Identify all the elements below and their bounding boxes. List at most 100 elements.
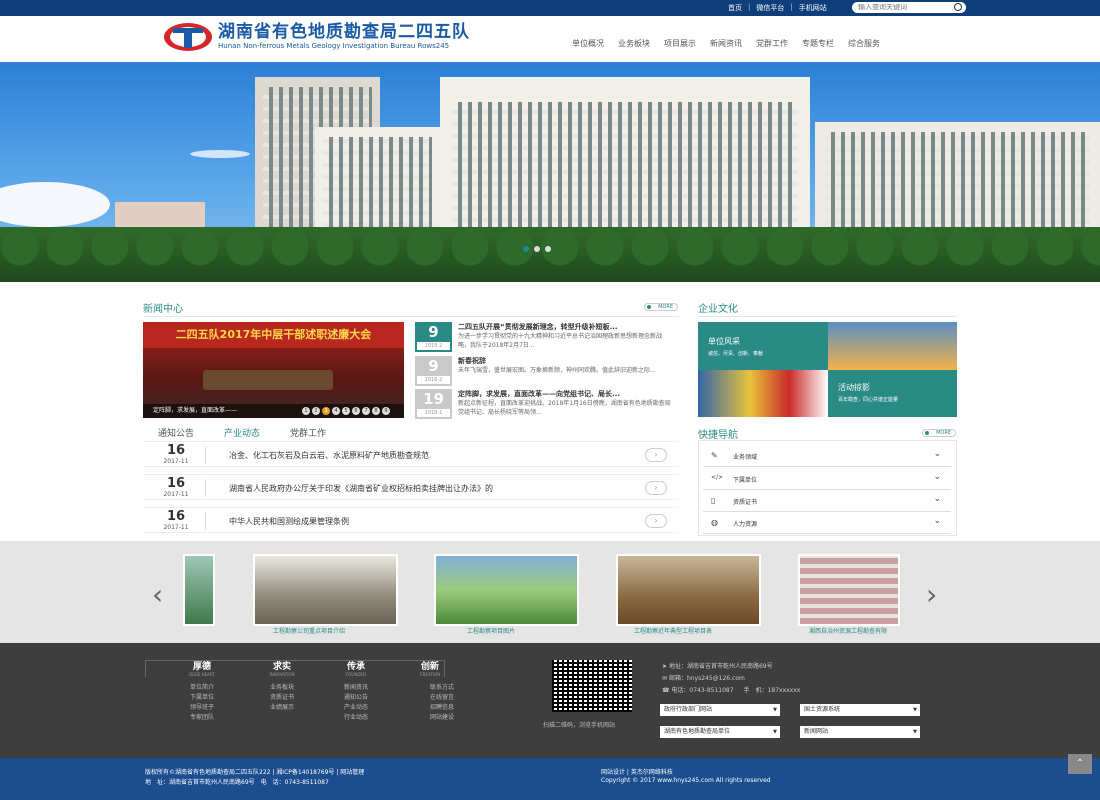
notice-row[interactable]: 16 2017-11 中华人民共和国测绘成果管理条例 ›: [143, 507, 679, 533]
notice-title[interactable]: 冶金、化工石灰岩及白云岩、水泥原料矿产地质勘查规范: [229, 450, 429, 461]
news-item[interactable]: 9 2018-2 二四五队开展“贯彻发展新理念，转型升级补短板... 为进一步学习…: [415, 322, 677, 352]
notice-date: 16 2017-11: [163, 509, 189, 532]
quicknav-label: 资质证书: [733, 499, 758, 506]
bottom-address: 地 址：湖南省吉首市乾州人民南路69号 电 话：0743-8511087: [145, 779, 329, 786]
search-icon[interactable]: [954, 3, 962, 11]
carousel-prev-button[interactable]: ‹: [152, 581, 163, 609]
pager-dot[interactable]: 9: [382, 407, 390, 415]
quicknav-more-button[interactable]: MORE: [922, 429, 956, 437]
footer-link[interactable]: 下属单位: [172, 693, 232, 703]
hero-dot[interactable]: [534, 246, 540, 252]
building: [815, 122, 1100, 242]
qr-caption: 扫描二维码，浏览手机网站: [543, 722, 616, 729]
back-to-top-button[interactable]: ⌃: [1068, 754, 1092, 774]
footer-link[interactable]: 单位简介: [172, 683, 232, 693]
gov-links-select[interactable]: 政府行政部门网站: [660, 704, 780, 716]
nav-item[interactable]: 专题专栏: [795, 38, 841, 49]
culture-card-activity[interactable]: 活动掠影 百年勘查，同心共谱正能量: [828, 370, 957, 417]
wechat-link[interactable]: 微信平台: [756, 3, 784, 13]
land-links-select[interactable]: 国土资源系统: [800, 704, 920, 716]
designer-link[interactable]: 英杰尔网络科技: [631, 769, 673, 776]
home-link[interactable]: 首页: [728, 3, 742, 13]
carousel-item[interactable]: [798, 554, 900, 626]
pager-dot[interactable]: 2: [312, 407, 320, 415]
nav-item[interactable]: 新闻资讯: [703, 38, 749, 49]
carousel-caption[interactable]: 工程勘察近年典型工程项目表: [593, 626, 753, 635]
hero-dot[interactable]: [523, 246, 529, 252]
carousel-item[interactable]: [434, 554, 579, 626]
footer-link[interactable]: 领导班子: [172, 703, 232, 713]
tab-notices[interactable]: 通知公告: [158, 426, 194, 439]
logo-icon: [164, 23, 212, 51]
footer-link[interactable]: 业绩展示: [252, 703, 312, 713]
footer-link[interactable]: 资质证书: [252, 693, 312, 703]
carousel-item[interactable]: [253, 554, 398, 626]
hero-dot[interactable]: [545, 246, 551, 252]
nav-item[interactable]: 项目展示: [657, 38, 703, 49]
footer-link[interactable]: 在线留言: [424, 693, 460, 703]
carousel-item[interactable]: [616, 554, 761, 626]
tab-party[interactable]: 党群工作: [290, 426, 326, 439]
quicknav-item[interactable]: ◍ 人力资源 ⌄: [703, 512, 951, 534]
news-slideshow[interactable]: 二四五队2017年中层干部述职述廉大会 定阵脚，求发展，直面改革—— 1 2 3…: [143, 322, 404, 418]
footer-link[interactable]: 招聘信息: [424, 703, 460, 713]
notice-title[interactable]: 中华人民共和国测绘成果管理条例: [229, 516, 349, 527]
nav-item[interactable]: 综合服务: [841, 38, 887, 49]
mobile-site-link[interactable]: 手机网站: [799, 3, 827, 13]
news-item-title[interactable]: 新春祝辞: [458, 356, 673, 366]
footer-link[interactable]: 产业动态: [326, 703, 386, 713]
pager-dot[interactable]: 5: [342, 407, 350, 415]
footer-link[interactable]: 通知公告: [326, 693, 386, 703]
search-input[interactable]: [858, 4, 948, 11]
quicknav-item[interactable]: </> 下属单位 ⌄: [703, 468, 951, 490]
news-item-title[interactable]: 二四五队开展“贯彻发展新理念，转型升级补短板...: [458, 322, 673, 332]
news-more-button[interactable]: MORE: [644, 303, 678, 311]
arrow-right-icon[interactable]: ›: [645, 514, 667, 528]
carousel-caption[interactable]: 湘西自治州资源工程勘查有限: [768, 626, 928, 635]
divider: [143, 316, 679, 317]
footer-link[interactable]: 联系方式: [424, 683, 460, 693]
footer-link[interactable]: 专家团队: [172, 713, 232, 723]
nav-item[interactable]: 单位概况: [565, 38, 611, 49]
news-item-title[interactable]: 定阵脚，求发展，直面改革——向党组书记、局长...: [458, 389, 673, 399]
footer-link[interactable]: 新闻资讯: [326, 683, 386, 693]
news-links-select[interactable]: 新闻网站: [800, 726, 920, 738]
pager-dot[interactable]: 8: [372, 407, 380, 415]
culture-card-style[interactable]: 单位风采 诚信、尽责、创新、奉献: [698, 322, 828, 370]
notice-title[interactable]: 湖南省人民政府办公厅关于印发《湖南省矿业权招标拍卖挂牌出让办法》的: [229, 483, 493, 494]
activity-image[interactable]: [698, 370, 828, 417]
copyright-en: Copyright © 2017 www.hnys245.com All rig…: [601, 777, 771, 784]
arrow-right-icon[interactable]: ›: [645, 448, 667, 462]
quicknav-item[interactable]: ✎ 业务领域 ⌄: [703, 445, 951, 467]
pager-dot[interactable]: 7: [362, 407, 370, 415]
notice-row[interactable]: 16 2017-11 湖南省人民政府办公厅关于印发《湖南省矿业权招标拍卖挂牌出让办…: [143, 474, 679, 500]
bottom-bar: 版权所有©湖南省有色地质勘查局二四五队222 | 湘ICP备14018769号 …: [0, 758, 1100, 800]
footer-link[interactable]: 网站建设: [424, 713, 460, 723]
manage-link[interactable]: 网站管理: [340, 769, 364, 776]
carousel-next-button[interactable]: ›: [926, 581, 937, 609]
nav-item[interactable]: 业务板块: [611, 38, 657, 49]
pager-dot[interactable]: 1: [302, 407, 310, 415]
nav-item[interactable]: 党群工作: [749, 38, 795, 49]
design-link[interactable]: 网站设计: [601, 769, 625, 776]
pager-dot[interactable]: 6: [352, 407, 360, 415]
notice-row[interactable]: 16 2017-11 冶金、化工石灰岩及白云岩、水泥原料矿产地质勘查规范 ›: [143, 441, 679, 467]
footer-column: 求实 INNOVATION 业务板块 资质证书 业绩展示: [252, 659, 312, 713]
carousel-caption[interactable]: 工程勘察公司重点项目介绍: [229, 626, 389, 635]
icp-link[interactable]: 湘ICP备14018769号: [276, 769, 334, 776]
tab-industry[interactable]: 产业动态: [224, 426, 260, 439]
culture-image[interactable]: [828, 322, 957, 370]
pager-dot[interactable]: 3: [322, 407, 330, 415]
quicknav-item[interactable]: ▯ 资质证书 ⌄: [703, 490, 951, 512]
news-item[interactable]: 19 2018-1 定阵脚，求发展，直面改革——向党组书记、局长... 新起点新征…: [415, 389, 677, 419]
footer-link[interactable]: 行业动态: [326, 713, 386, 723]
carousel-item[interactable]: [183, 554, 215, 626]
pager-dot[interactable]: 4: [332, 407, 340, 415]
carousel-caption[interactable]: 工程勘察项目图片: [411, 626, 571, 635]
bureau-links-select[interactable]: 湖南有色地质勘查局单位: [660, 726, 780, 738]
footer-link[interactable]: 业务板块: [252, 683, 312, 693]
news-item[interactable]: 9 2018-2 新春祝辞 未年飞瑞雪，盛世展宏图。万象换新颜，神州同欢腾。值此辞…: [415, 356, 677, 386]
date-box: 9 2018-2: [415, 322, 452, 352]
arrow-right-icon[interactable]: ›: [645, 481, 667, 495]
email-text: ✉ 邮箱：hnys245@126.com: [662, 675, 745, 682]
